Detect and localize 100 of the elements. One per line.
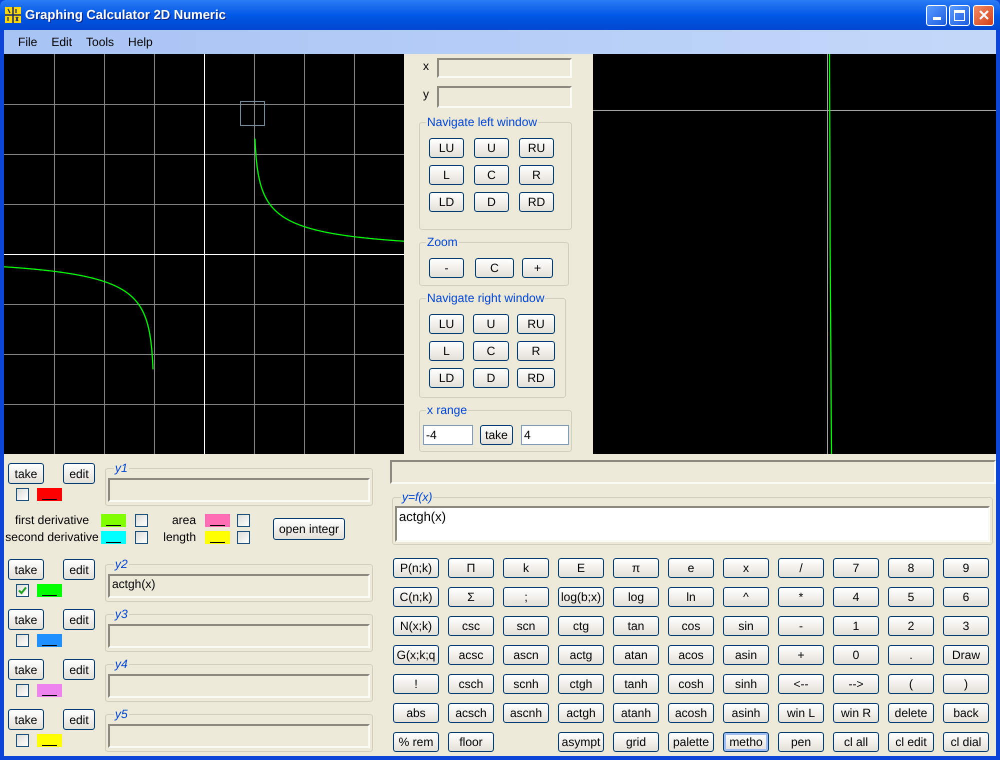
key-button[interactable]: 8 (888, 558, 934, 578)
key-button[interactable]: asin (723, 645, 769, 665)
range-end-field[interactable]: 4 (521, 425, 569, 445)
minimize-button[interactable] (926, 4, 947, 26)
color-swatch-icon[interactable] (205, 531, 230, 544)
navigate-button[interactable]: C (474, 165, 509, 185)
key-button[interactable]: cosh (668, 674, 714, 694)
key-button[interactable]: k (503, 558, 549, 578)
key-button[interactable]: atanh (613, 703, 659, 723)
key-button[interactable]: P(n;k) (393, 558, 439, 578)
edit-button[interactable]: edit (63, 463, 95, 484)
key-button[interactable]: palette (668, 732, 714, 752)
key-button[interactable]: scn (503, 616, 549, 636)
navigate-button[interactable]: RU (517, 314, 555, 334)
key-button[interactable]: back (943, 703, 989, 723)
key-button[interactable]: 4 (833, 587, 879, 607)
key-button[interactable]: N(x;k) (393, 616, 439, 636)
navigate-button[interactable]: LU (429, 138, 464, 158)
checkbox[interactable] (16, 734, 29, 747)
key-button[interactable]: ^ (723, 587, 769, 607)
key-button[interactable]: 9 (943, 558, 989, 578)
key-button[interactable]: scnh (503, 674, 549, 694)
edit-button[interactable]: edit (63, 709, 95, 730)
key-button[interactable]: log (613, 587, 659, 607)
navigate-button[interactable]: L (429, 165, 464, 185)
function-field[interactable] (108, 724, 370, 748)
key-button[interactable]: 0 (833, 645, 879, 665)
edit-button[interactable]: edit (63, 559, 95, 580)
key-button[interactable]: 1 (833, 616, 879, 636)
checkbox[interactable] (237, 531, 250, 544)
key-button[interactable]: 7 (833, 558, 879, 578)
navigate-button[interactable]: LD (429, 368, 464, 388)
coordinate-field[interactable] (437, 86, 572, 108)
menu-item[interactable]: File (11, 34, 44, 50)
key-button[interactable]: log(b;x) (558, 587, 604, 607)
key-button[interactable]: ascnh (503, 703, 549, 723)
navigate-button[interactable]: R (519, 165, 554, 185)
expression-field[interactable]: actgh(x) (395, 506, 990, 542)
zoom-button[interactable]: + (522, 258, 553, 278)
take-button[interactable]: take (8, 709, 44, 730)
navigate-button[interactable]: D (474, 192, 509, 212)
key-button[interactable]: acos (668, 645, 714, 665)
key-button[interactable]: acosh (668, 703, 714, 723)
color-swatch-icon[interactable] (37, 684, 62, 697)
key-button[interactable]: Π (448, 558, 494, 578)
key-button[interactable]: π (613, 558, 659, 578)
navigate-button[interactable]: LD (429, 192, 464, 212)
key-button[interactable]: asinh (723, 703, 769, 723)
navigate-button[interactable]: RU (519, 138, 554, 158)
key-button[interactable]: x (723, 558, 769, 578)
edit-button[interactable]: edit (63, 609, 95, 630)
key-button[interactable]: ctgh (558, 674, 604, 694)
checkbox[interactable] (237, 514, 250, 527)
key-button[interactable]: G(x;k;q (393, 645, 439, 665)
key-button[interactable]: csch (448, 674, 494, 694)
open-integral-button[interactable]: open integr (273, 518, 345, 540)
take-button[interactable]: take (8, 659, 44, 680)
navigate-button[interactable]: RD (517, 368, 555, 388)
take-button[interactable]: take (480, 425, 513, 445)
navigate-button[interactable]: R (517, 341, 555, 361)
color-swatch-icon[interactable] (37, 634, 62, 647)
function-field[interactable] (108, 674, 370, 698)
zoom-button[interactable]: C (475, 258, 514, 278)
navigate-button[interactable]: RD (519, 192, 554, 212)
checkbox[interactable] (135, 531, 148, 544)
key-button[interactable]: / (778, 558, 824, 578)
coordinate-field[interactable] (437, 58, 572, 78)
checkbox[interactable] (16, 584, 29, 597)
key-button[interactable]: 3 (943, 616, 989, 636)
key-button[interactable]: <-- (778, 674, 824, 694)
key-button[interactable]: 6 (943, 587, 989, 607)
take-button[interactable]: take (8, 463, 44, 484)
edit-button[interactable]: edit (63, 659, 95, 680)
key-button[interactable]: cos (668, 616, 714, 636)
navigate-button[interactable]: LU (429, 314, 464, 334)
key-button[interactable]: pen (778, 732, 824, 752)
zoom-button[interactable]: - (429, 258, 464, 278)
maximize-button[interactable] (949, 4, 970, 26)
key-button[interactable]: Σ (448, 587, 494, 607)
key-button[interactable]: csc (448, 616, 494, 636)
function-field[interactable] (108, 624, 370, 648)
key-button[interactable]: sin (723, 616, 769, 636)
key-button[interactable]: ! (393, 674, 439, 694)
key-button[interactable]: 5 (888, 587, 934, 607)
menu-item[interactable]: Help (121, 34, 160, 50)
menu-item[interactable]: Tools (79, 34, 122, 50)
key-button[interactable]: - (778, 616, 824, 636)
color-swatch-icon[interactable] (101, 531, 126, 544)
key-button[interactable]: ln (668, 587, 714, 607)
navigate-button[interactable]: U (473, 314, 509, 334)
function-field[interactable] (108, 478, 370, 502)
navigate-button[interactable]: D (473, 368, 509, 388)
key-button[interactable]: tanh (613, 674, 659, 694)
key-button[interactable]: * (778, 587, 824, 607)
color-swatch-icon[interactable] (101, 514, 126, 527)
key-button[interactable]: win R (833, 703, 879, 723)
key-button[interactable]: cl edit (888, 732, 934, 752)
key-button[interactable]: E (558, 558, 604, 578)
key-button[interactable]: e (668, 558, 714, 578)
take-button[interactable]: take (8, 609, 44, 630)
